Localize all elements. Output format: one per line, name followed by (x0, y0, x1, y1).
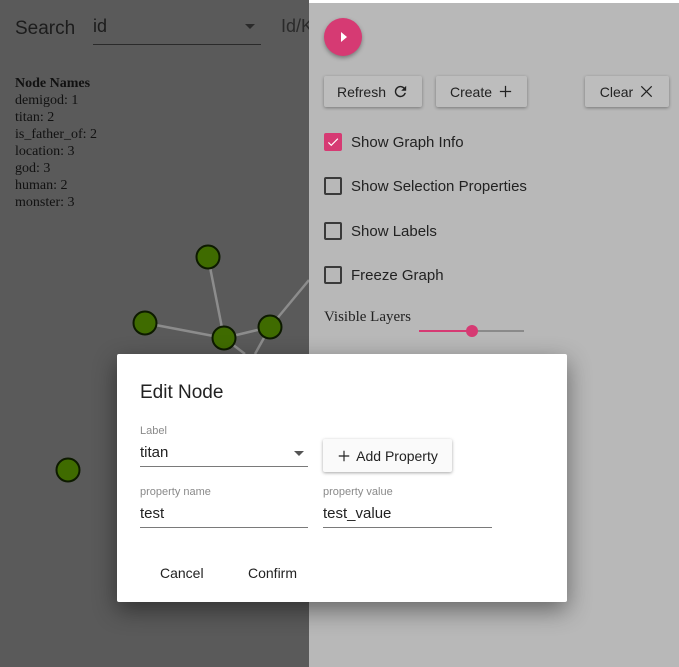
freeze-graph-label: Freeze Graph (351, 266, 444, 284)
play-arrow-icon (341, 32, 347, 42)
create-button[interactable]: Create (436, 76, 527, 107)
graph-node[interactable] (257, 314, 283, 340)
search-input-placeholder: Id/K (281, 16, 311, 36)
visible-layers-label: Visible Layers (324, 309, 411, 325)
graph-node[interactable] (55, 457, 81, 483)
property-value-input[interactable]: test_value (323, 505, 391, 522)
show-labels-option[interactable]: Show Labels (324, 222, 437, 240)
graph-node[interactable] (211, 325, 237, 351)
visible-layers-slider-fill (419, 330, 472, 332)
dropdown-arrow-icon (245, 24, 255, 29)
show-selection-properties-option[interactable]: Show Selection Properties (324, 177, 527, 195)
label-select-underline (140, 466, 308, 467)
graph-info-entry: location: 3 (15, 144, 75, 159)
clear-button-label: Clear (599, 83, 634, 100)
property-name-underline (140, 527, 308, 528)
graph-info-entry: monster: 3 (15, 195, 75, 210)
show-graph-info-checkbox[interactable] (324, 133, 342, 151)
label-select-value: titan (140, 444, 169, 461)
property-name-caption: property name (140, 486, 211, 498)
freeze-graph-checkbox[interactable] (324, 266, 342, 284)
show-graph-info-label: Show Graph Info (351, 133, 464, 151)
graph-info-title: Node Names (15, 76, 91, 91)
freeze-graph-option[interactable]: Freeze Graph (324, 266, 444, 284)
plus-icon (338, 450, 350, 461)
property-value-underline (323, 527, 492, 528)
search-field-select[interactable]: id (93, 14, 261, 45)
label-select[interactable]: titan (140, 442, 308, 466)
graph-info: Node Names demigod: 1 titan: 2 is_father… (15, 75, 97, 211)
visible-layers-slider-thumb[interactable] (465, 325, 478, 337)
search-label: Search (15, 18, 76, 39)
create-button-label: Create (449, 83, 493, 100)
search-input[interactable]: Id/K (281, 14, 311, 44)
show-labels-checkbox[interactable] (324, 222, 342, 240)
dialog-title: Edit Node (140, 382, 224, 403)
graph-node[interactable] (132, 310, 158, 336)
graph-info-entry: titan: 2 (15, 110, 55, 125)
graph-info-entry: demigod: 1 (15, 93, 79, 108)
property-value-caption: property value (323, 486, 393, 498)
cancel-button[interactable]: Cancel (160, 565, 204, 581)
add-property-button[interactable]: Add Property (323, 439, 452, 472)
close-icon (641, 85, 653, 98)
edit-node-dialog: Edit Node Label titan Add Property prope… (117, 354, 567, 602)
show-selection-properties-label: Show Selection Properties (351, 177, 527, 195)
dropdown-arrow-icon (294, 451, 304, 456)
clear-button[interactable]: Clear (585, 76, 669, 107)
show-labels-label: Show Labels (351, 222, 437, 240)
refresh-icon (394, 85, 407, 98)
toggle-panel-button[interactable] (324, 18, 362, 56)
graph-node[interactable] (195, 244, 221, 270)
property-name-input[interactable]: test (140, 505, 164, 522)
plus-icon (499, 85, 512, 98)
confirm-button[interactable]: Confirm (248, 565, 297, 581)
label-caption: Label (140, 425, 167, 437)
show-selection-properties-checkbox[interactable] (324, 177, 342, 195)
add-property-label: Add Property (356, 447, 438, 464)
graph-info-entry: god: 3 (15, 161, 51, 176)
check-icon (327, 138, 339, 147)
show-graph-info-option[interactable]: Show Graph Info (324, 133, 464, 151)
refresh-button[interactable]: Refresh (324, 76, 422, 107)
refresh-button-label: Refresh (336, 83, 387, 100)
graph-info-entry: is_father_of: 2 (15, 127, 98, 142)
search-field-value: id (93, 16, 108, 36)
graph-info-entry: human: 2 (15, 178, 68, 193)
